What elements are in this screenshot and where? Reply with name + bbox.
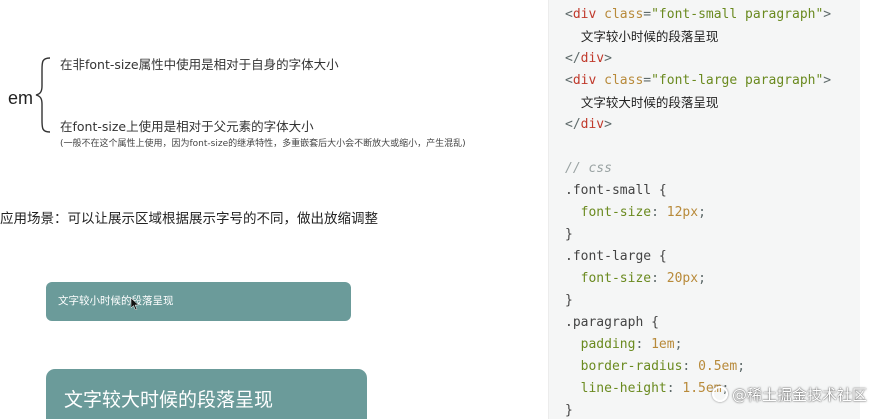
code-token: padding (565, 337, 636, 352)
code-panel: <div class="font-small paragraph"> 文字较小时… (548, 0, 860, 419)
code-token: .font-small { (565, 183, 667, 198)
code-token: 文字较小时候的段落呈现 (565, 29, 719, 44)
code-token: ; (674, 337, 683, 352)
code-token: : (651, 205, 667, 220)
code-token: div (580, 117, 605, 132)
code-token: } (565, 227, 573, 242)
em-rule-note: (一般不在这个属性上使用，因为font-size的继承特性，多重嵌套后大小会不断… (60, 139, 466, 149)
code-token: div (580, 51, 605, 66)
mouse-cursor-icon (131, 298, 139, 310)
code-token: class (596, 7, 644, 22)
code-token: < (565, 73, 573, 88)
code-line: .font-large { (565, 246, 667, 268)
code-token: ; (737, 359, 746, 374)
code-token: div (572, 73, 597, 88)
code-token: div (572, 7, 597, 22)
code-token: : (635, 337, 652, 352)
code-token: : (651, 271, 667, 286)
code-token: </ (565, 117, 581, 132)
watermark: @稀土掘金技术社区 (712, 384, 867, 405)
code-token: ; (698, 205, 706, 220)
code-token: = (643, 7, 652, 22)
demo-paragraph-large: 文字较大时候的段落呈现 (46, 369, 367, 419)
em-label: em (8, 88, 34, 108)
code-token: 0.5em (698, 359, 738, 374)
code-token: border-radius (565, 359, 683, 374)
code-token: class (596, 73, 644, 88)
code-token: } (565, 293, 573, 308)
use-case-text: 应用场景：可以让展示区域根据展示字号的不同，做出放缩调整 (0, 211, 378, 227)
code-token: 文字较大时候的段落呈现 (565, 95, 719, 110)
code-line: <div class="font-small paragraph"> (565, 4, 831, 26)
code-line: } (565, 224, 573, 246)
code-token: 12px (666, 205, 699, 220)
code-line: .paragraph { (565, 312, 659, 334)
code-token: // css (565, 161, 612, 176)
code-line: // css (565, 158, 612, 180)
code-token: } (565, 403, 573, 418)
code-token: line-height (565, 381, 667, 396)
juejin-logo-icon (712, 386, 728, 402)
code-line: } (565, 290, 573, 312)
code-line: 文字较大时候的段落呈现 (565, 92, 719, 114)
em-rule-parent: 在font-size上使用是相对于父元素的字体大小 (60, 119, 314, 134)
code-token: font-size (565, 205, 652, 220)
right-margin (860, 0, 891, 419)
code-token: 1em (651, 337, 675, 352)
demo-paragraph-small: 文字较小时候的段落呈现 (46, 282, 351, 321)
code-token: > (823, 73, 832, 88)
code-line: .font-small { (565, 180, 667, 202)
code-token: > (604, 51, 612, 66)
code-line: </div> (565, 48, 612, 70)
code-token: > (823, 7, 832, 22)
code-token: = (643, 73, 652, 88)
code-line: font-size: 20px; (565, 268, 706, 290)
code-line: line-height: 1.5em; (565, 378, 730, 400)
code-token: < (565, 7, 573, 22)
code-token: font-size (565, 271, 652, 286)
demo-small-text: 文字较小时候的段落呈现 (58, 295, 174, 307)
code-line: border-radius: 0.5em; (565, 356, 745, 378)
code-line: } (565, 400, 573, 419)
em-rule-self: 在非font-size属性中使用是相对于自身的字体大小 (60, 57, 339, 72)
code-token: "font-small paragraph" (651, 7, 824, 22)
code-token: : (666, 381, 683, 396)
code-token: 20px (666, 271, 699, 286)
code-token: "font-large paragraph" (651, 73, 824, 88)
watermark-text: @稀土掘金技术社区 (732, 386, 868, 404)
code-token: .font-large { (565, 249, 667, 264)
code-token: > (604, 117, 612, 132)
code-line: font-size: 12px; (565, 202, 706, 224)
curly-brace-icon (35, 57, 51, 133)
slide-content: em 在非font-size属性中使用是相对于自身的字体大小 在font-siz… (0, 0, 548, 419)
code-line: <div class="font-large paragraph"> (565, 70, 831, 92)
code-token: .paragraph { (565, 315, 659, 330)
code-token: </ (565, 51, 581, 66)
code-token: : (682, 359, 699, 374)
code-token: ; (698, 271, 706, 286)
code-line: </div> (565, 114, 612, 136)
code-line: padding: 1em; (565, 334, 683, 356)
demo-large-text: 文字较大时候的段落呈现 (64, 389, 274, 411)
code-line: 文字较小时候的段落呈现 (565, 26, 719, 48)
